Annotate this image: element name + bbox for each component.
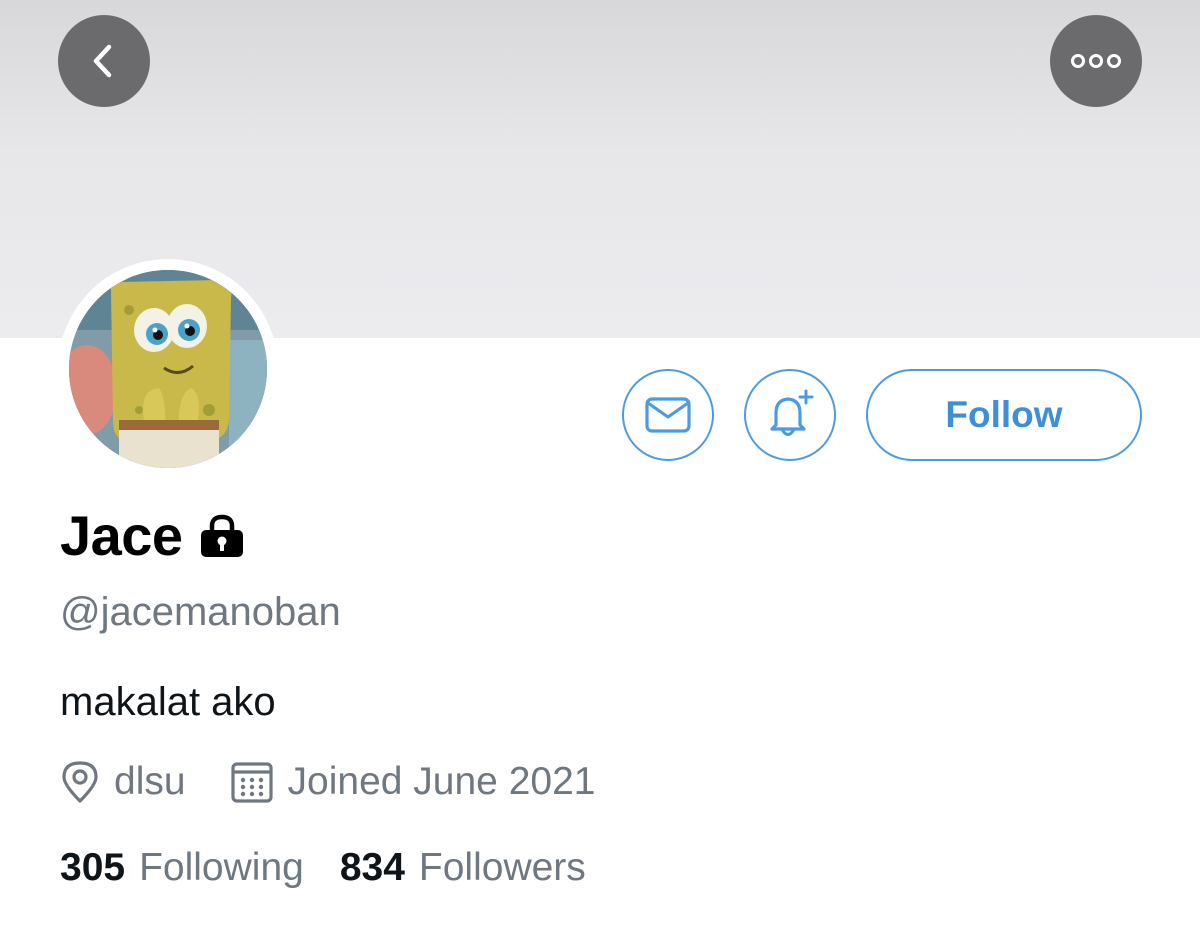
profile-bio: makalat ako bbox=[60, 680, 276, 724]
back-button[interactable] bbox=[58, 15, 150, 107]
more-options-button[interactable] bbox=[1050, 15, 1142, 107]
followers-count: 834 bbox=[339, 846, 405, 889]
avatar[interactable] bbox=[69, 270, 267, 468]
avatar-container[interactable] bbox=[58, 259, 278, 479]
chevron-left-icon bbox=[93, 44, 112, 78]
location-text: dlsu bbox=[114, 760, 186, 803]
following-label: Following bbox=[139, 846, 304, 889]
join-date: Joined June 2021 bbox=[230, 760, 596, 804]
more-horizontal-icon bbox=[1071, 54, 1121, 68]
display-name-row: Jace bbox=[60, 503, 245, 568]
envelope-icon bbox=[645, 397, 691, 433]
followers-link[interactable]: 834 Followers bbox=[340, 846, 586, 890]
following-count: 305 bbox=[60, 846, 126, 889]
follow-stats: 305 Following 834 Followers bbox=[60, 846, 586, 890]
followers-label: Followers bbox=[418, 846, 586, 889]
location-pin-icon bbox=[60, 760, 100, 804]
display-name: Jace bbox=[60, 504, 183, 567]
calendar-icon bbox=[230, 760, 274, 804]
avatar-image bbox=[69, 270, 267, 468]
lock-icon bbox=[199, 514, 245, 558]
profile-page: Follow Jace @jacemanoban makalat ako dls… bbox=[0, 0, 1200, 935]
notifications-button[interactable] bbox=[744, 369, 836, 461]
join-date-text: Joined June 2021 bbox=[287, 760, 596, 803]
profile-meta: dlsu Joined June 2021 bbox=[60, 758, 595, 806]
profile-handle: @jacemanoban bbox=[60, 590, 341, 634]
following-link[interactable]: 305 Following bbox=[60, 846, 304, 890]
location: dlsu bbox=[60, 760, 186, 804]
bell-plus-icon bbox=[770, 389, 814, 437]
follow-button[interactable]: Follow bbox=[866, 369, 1142, 461]
message-button[interactable] bbox=[622, 369, 714, 461]
profile-actions: Follow bbox=[622, 369, 1142, 461]
